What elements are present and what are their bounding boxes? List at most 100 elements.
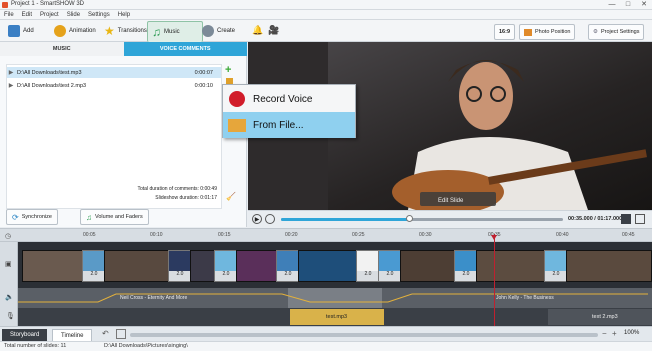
music-button[interactable]: ♫ Music xyxy=(147,21,203,42)
timeline-scrollbar[interactable] xyxy=(130,333,598,337)
volume-faders-button[interactable]: ♫ Volume and Faders xyxy=(80,209,149,225)
camera-icon[interactable]: 🎥 xyxy=(268,25,279,36)
transition-item[interactable]: 2.0 xyxy=(544,250,568,282)
fullscreen-icon[interactable] xyxy=(635,214,645,224)
seek-handle[interactable] xyxy=(406,215,413,222)
tab-storyboard[interactable]: Storyboard xyxy=(2,329,48,341)
from-file-item[interactable]: From File... xyxy=(223,112,355,138)
playhead[interactable] xyxy=(494,234,495,326)
slide-thumbnail[interactable] xyxy=(400,250,456,282)
photo-position-button[interactable]: Photo Position xyxy=(519,24,576,40)
menu-project[interactable]: Project xyxy=(36,10,63,20)
file-duration: 0:00:10 xyxy=(194,82,213,89)
stop-button[interactable] xyxy=(265,214,275,224)
menu-bar: File Edit Project Slide Settings Help xyxy=(0,10,652,20)
synchronize-button[interactable]: ⟳ Synchronize xyxy=(6,209,58,225)
menu-file[interactable]: File xyxy=(0,10,18,20)
record-icon xyxy=(229,91,245,107)
menu-help[interactable]: Help xyxy=(114,10,134,20)
transition-item[interactable]: 2.0 xyxy=(356,250,380,282)
add-button[interactable]: Add xyxy=(4,21,38,41)
slides-icon: ▣ xyxy=(5,261,12,268)
list-item[interactable]: ▶ D:\All Downloads\test 2.mp3 0:00:10 xyxy=(7,80,221,91)
playhead-marker[interactable] xyxy=(491,235,497,240)
zoom-in-icon[interactable]: + xyxy=(612,329,617,338)
menu-edit[interactable]: Edit xyxy=(18,10,36,20)
tick-label: 00:30 xyxy=(419,232,432,238)
play-button[interactable]: ▶ xyxy=(252,214,262,224)
slide-thumbnail[interactable] xyxy=(298,250,358,282)
create-button[interactable]: Create xyxy=(198,21,239,41)
menu-settings[interactable]: Settings xyxy=(84,10,114,20)
seek-bar[interactable] xyxy=(281,218,563,221)
bell-icon[interactable]: 🔔 xyxy=(252,25,263,36)
tab-music[interactable]: MUSIC xyxy=(0,42,124,56)
slide-thumbnail[interactable] xyxy=(22,250,84,282)
snapshot-icon[interactable] xyxy=(621,214,631,224)
add-voice-menu: Record Voice From File... xyxy=(222,84,356,138)
record-voice-item[interactable]: Record Voice xyxy=(223,86,355,112)
volume-envelope[interactable] xyxy=(18,288,652,308)
slides-track[interactable]: 2.0 2.0 2.0 2.0 2.0 2.0 2.0 2.0 xyxy=(18,242,652,288)
undo-icon[interactable]: ↶ xyxy=(102,329,109,338)
microphone-icon: 🎙 xyxy=(6,313,15,320)
play-icon[interactable]: ▶ xyxy=(7,82,15,89)
tick-label: 00:25 xyxy=(352,232,365,238)
slide-thumbnail[interactable] xyxy=(190,250,216,282)
play-icon[interactable]: ▶ xyxy=(7,69,15,76)
voice-track-header: 🎙 xyxy=(0,308,18,326)
transition-duration: 2.0 xyxy=(386,271,394,277)
zoom-level: 100% xyxy=(624,330,640,336)
timeline-ruler[interactable]: ◷ 00:05 00:10 00:15 00:20 00:25 00:30 00… xyxy=(0,228,652,242)
menu-slide[interactable]: Slide xyxy=(63,10,84,20)
music-label: Music xyxy=(164,29,180,35)
transitions-button[interactable]: ★ Transitions xyxy=(100,21,151,41)
zoom-out-icon[interactable]: − xyxy=(602,329,607,338)
sync-icon: ⟳ xyxy=(12,212,19,222)
minimize-button[interactable]: — xyxy=(604,0,620,10)
animation-label: Animation xyxy=(69,28,96,34)
animation-button[interactable]: Animation xyxy=(50,21,100,41)
transition-item[interactable]: 2.0 xyxy=(214,250,238,282)
music-note-icon: ♫ xyxy=(152,25,161,39)
time-readout: 00:35.000 / 01:17.000 xyxy=(568,216,623,222)
scroll-left-button[interactable] xyxy=(116,329,126,339)
slides-track-header: ▣ xyxy=(0,242,18,288)
window-title: Project 1 - SmartSHOW 3D xyxy=(11,1,85,7)
file-duration: 0:00:07 xyxy=(194,69,213,76)
list-item[interactable]: ▶ D:\All Downloads\test.mp3 0:00:07 xyxy=(7,67,221,78)
tick-label: 00:15 xyxy=(218,232,231,238)
gear-icon: ⚙ xyxy=(593,29,598,35)
transition-item[interactable]: 2.0 xyxy=(82,250,106,282)
voice-clip-label: text 2.mp3 xyxy=(592,314,618,320)
slide-thumbnail[interactable] xyxy=(104,250,170,282)
transition-item[interactable]: 2.0 xyxy=(168,250,192,282)
voice-track[interactable]: test.mp3 text 2.mp3 xyxy=(18,308,652,326)
close-button[interactable]: ✕ xyxy=(636,0,652,10)
audio-tabs: MUSIC VOICE COMMENTS xyxy=(0,42,247,56)
transition-duration: 2.0 xyxy=(90,271,98,277)
aspect-ratio-button[interactable]: 16:9 xyxy=(494,24,516,40)
voice-clip[interactable]: text 2.mp3 xyxy=(548,309,652,325)
app-icon xyxy=(2,2,8,8)
maximize-button[interactable]: □ xyxy=(620,0,636,10)
voice-clip[interactable]: test.mp3 xyxy=(290,309,384,325)
transition-item[interactable]: 2.0 xyxy=(454,250,478,282)
transition-duration: 2.0 xyxy=(222,271,230,277)
slide-thumbnail[interactable] xyxy=(236,250,278,282)
bottom-bar: Storyboard Timeline ↶ − + 100% xyxy=(0,326,652,343)
voice-file-list: ▶ D:\All Downloads\test.mp3 0:00:07 ▶ D:… xyxy=(6,64,222,209)
music-track[interactable]: Neil Cross - Eternity And More John Kell… xyxy=(18,288,652,308)
broom-icon[interactable]: 🧹 xyxy=(226,192,236,201)
slide-thumbnail[interactable] xyxy=(566,250,652,282)
synchronize-label: Synchronize xyxy=(21,214,52,220)
add-icon[interactable]: + xyxy=(225,64,231,76)
file-name: D:\All Downloads\test.mp3 xyxy=(17,69,82,76)
project-settings-button[interactable]: ⚙ Project Settings xyxy=(588,24,645,40)
transition-item[interactable]: 2.0 xyxy=(276,250,300,282)
edit-slide-button[interactable]: Edit Slide xyxy=(438,198,464,204)
transition-item[interactable]: 2.0 xyxy=(378,250,402,282)
tab-voice-comments[interactable]: VOICE COMMENTS xyxy=(123,42,247,56)
slide-thumbnail[interactable] xyxy=(476,250,546,282)
photo-position-label: Photo Position xyxy=(535,29,571,35)
